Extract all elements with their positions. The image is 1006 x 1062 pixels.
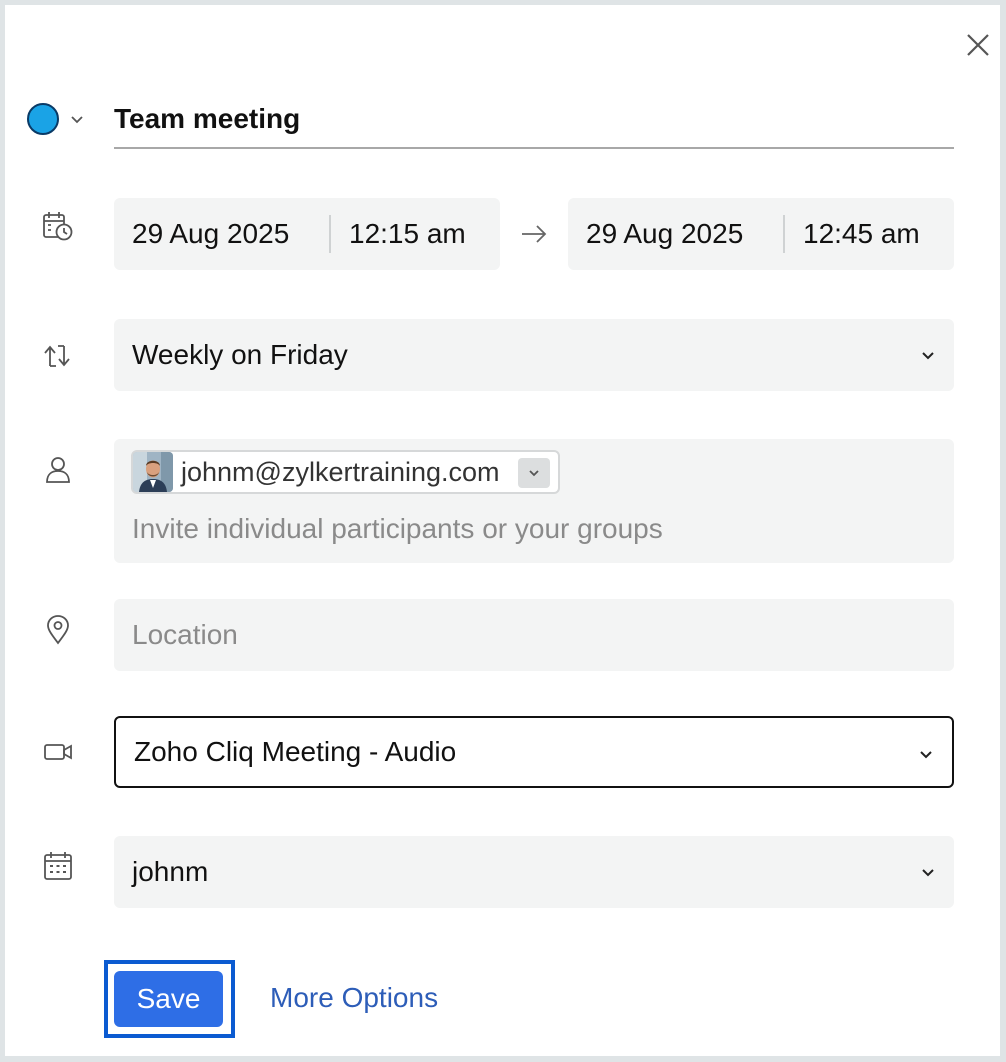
avatar [133,452,173,492]
location-field[interactable] [114,599,954,671]
participants-field: johnm@zylkertraining.com [114,439,954,563]
start-time-field[interactable]: 12:15 am [331,218,466,250]
location-pin-icon [41,613,75,647]
invite-participants-input[interactable] [132,509,932,549]
start-date-field[interactable]: 29 Aug 2025 [114,218,329,250]
calendar-value: johnm [132,856,209,887]
conference-value: Zoho Cliq Meeting - Audio [134,736,457,767]
participant-chip[interactable]: johnm@zylkertraining.com [131,450,560,494]
end-time-field[interactable]: 12:45 am [785,218,920,250]
person-icon [41,453,75,487]
arrow-right-icon [522,225,547,243]
chevron-down-icon [922,869,934,877]
location-input[interactable] [132,599,936,671]
end-datetime: 29 Aug 2025 12:45 am [568,198,954,270]
repeat-value: Weekly on Friday [132,339,348,370]
event-dialog: 29 Aug 2025 12:15 am 29 Aug 2025 12:45 a… [5,5,1000,1056]
participant-email: johnm@zylkertraining.com [181,456,500,487]
calendar-icon [41,849,75,883]
chevron-down-icon [529,470,539,477]
more-options-link[interactable]: More Options [270,982,438,1014]
participant-options-button[interactable] [518,458,550,488]
event-title-input[interactable] [114,91,954,149]
end-date-field[interactable]: 29 Aug 2025 [568,218,783,250]
close-button[interactable] [963,30,993,60]
close-icon [967,34,989,56]
chevron-down-icon [71,116,83,124]
event-color-dot [27,103,59,135]
calendar-clock-icon [41,209,75,243]
chevron-down-icon [920,751,932,759]
start-datetime: 29 Aug 2025 12:15 am [114,198,500,270]
repeat-icon [41,339,75,373]
save-button[interactable]: Save [114,971,223,1027]
chevron-down-icon [922,352,934,360]
video-camera-icon [41,735,75,769]
event-color-picker[interactable] [27,99,91,139]
repeat-dropdown[interactable]: Weekly on Friday [114,319,954,391]
conference-dropdown[interactable]: Zoho Cliq Meeting - Audio [114,716,954,788]
calendar-dropdown[interactable]: johnm [114,836,954,908]
